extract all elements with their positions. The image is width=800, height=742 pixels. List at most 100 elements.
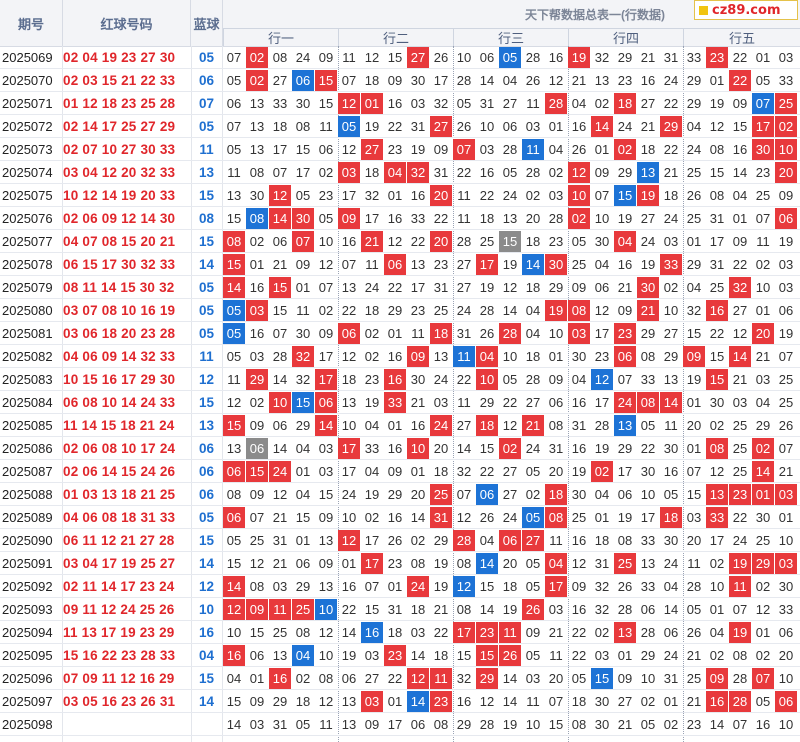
number-cell: 29	[755, 418, 771, 433]
number-cell: 30	[295, 96, 311, 111]
number-cell: 13	[249, 142, 265, 157]
red-balls: 02 11 14 17 23 24	[63, 579, 175, 594]
number-cell: 19	[617, 211, 633, 226]
number-cell: 02	[755, 257, 771, 272]
number-cell-hit-red: 17	[752, 116, 774, 137]
number-cell: 33	[364, 441, 380, 456]
number-cell-hit-red: 16	[706, 300, 728, 321]
number-cell: 24	[456, 303, 472, 318]
red-balls: 02 14 17 25 27 29	[63, 119, 176, 134]
number-cell-hit-red: 17	[338, 438, 360, 459]
number-cell: 13	[433, 349, 449, 364]
number-cell: 19	[502, 602, 518, 617]
number-cell: 15	[226, 556, 242, 571]
number-cell: 28	[502, 142, 518, 157]
number-cell: 02	[594, 96, 610, 111]
number-cell-hit-blue: 14	[476, 553, 498, 574]
number-cell: 19	[341, 648, 357, 663]
number-cell: 23	[617, 73, 633, 88]
red-balls: 02 06 14 15 24 26	[63, 464, 176, 479]
number-cell-hit-red: 23	[476, 622, 498, 643]
number-cell: 18	[479, 211, 495, 226]
number-cell-hit-red: 14	[729, 346, 751, 367]
number-cell: 29	[456, 717, 472, 732]
number-cell-hit-red: 23	[384, 645, 406, 666]
blue-ball: 11	[199, 349, 214, 364]
table-row: 2025071 01 12 18 23 25 28 07 06 13 33 30 15 12 01…	[0, 92, 800, 115]
number-cell: 09	[778, 188, 794, 203]
number-cell: 10	[226, 625, 242, 640]
number-cell: 15	[548, 717, 564, 732]
number-cell-repeat: 06	[246, 438, 268, 459]
number-cell: 15	[226, 211, 242, 226]
number-cell: 22	[433, 211, 449, 226]
number-cell: 01	[341, 556, 357, 571]
number-cell: 10	[456, 50, 472, 65]
number-cell-hit-red: 20	[775, 162, 797, 183]
number-cell: 27	[640, 211, 656, 226]
number-cell: 26	[479, 326, 495, 341]
period-number: 2025072	[2, 119, 53, 134]
blue-ball: 15	[198, 395, 215, 410]
number-cell: 08	[456, 556, 472, 571]
number-cell: 11	[319, 119, 333, 134]
number-cell-hit-red: 03	[246, 300, 268, 321]
number-cell: 29	[617, 50, 633, 65]
number-cell: 17	[318, 349, 334, 364]
number-cell-hit-red: 30	[545, 254, 567, 275]
number-cell: 12	[479, 694, 495, 709]
number-cell: 29	[686, 73, 702, 88]
number-cell: 04	[594, 487, 610, 502]
number-cell: 16	[732, 142, 748, 157]
number-cell: 04	[364, 464, 380, 479]
number-cell: 01	[249, 257, 265, 272]
number-cell: 24	[663, 648, 679, 663]
number-cell: 21	[663, 165, 679, 180]
number-cell-hit-red: 23	[430, 691, 452, 712]
number-cell-hit-red: 09	[407, 346, 429, 367]
number-cell-hit-blue: 05	[223, 300, 245, 321]
number-cell: 21	[755, 349, 771, 364]
number-cell: 30	[594, 694, 610, 709]
number-cell: 16	[387, 211, 403, 226]
number-cell: 10	[663, 303, 679, 318]
number-cell-hit-red: 06	[223, 507, 245, 528]
blue-ball: 05	[198, 280, 215, 295]
number-cell-hit-red: 24	[430, 415, 452, 436]
number-cell: 19	[364, 395, 380, 410]
number-cell: 06	[410, 717, 426, 732]
number-cell: 17	[272, 142, 288, 157]
number-cell-hit-red: 13	[614, 622, 636, 643]
number-cell: 09	[318, 50, 334, 65]
number-cell: 14	[341, 625, 357, 640]
number-cell: 13	[318, 579, 334, 594]
number-cell: 06	[226, 96, 242, 111]
table-row: 2025087 02 06 14 15 24 26 06 06 15 24 01 03 17 04…	[0, 460, 800, 483]
table-row: 2025083 10 15 16 17 29 30 12 11 29 14 32 17 18 23…	[0, 368, 800, 391]
number-cell: 09	[433, 142, 449, 157]
number-cell: 23	[318, 188, 334, 203]
number-cell: 08	[456, 602, 472, 617]
period-number: 2025090	[2, 533, 53, 548]
number-cell: 17	[709, 234, 725, 249]
number-cell: 33	[272, 96, 288, 111]
number-cell: 07	[548, 694, 564, 709]
blue-ball: 10	[198, 602, 215, 617]
number-cell: 01	[387, 188, 403, 203]
number-cell: 24	[502, 510, 518, 525]
number-cell: 22	[387, 119, 403, 134]
number-cell-hit-red: 21	[637, 300, 659, 321]
number-cell-hit-blue: 13	[614, 415, 636, 436]
number-cell: 02	[318, 165, 334, 180]
number-cell-hit-red: 12	[338, 93, 360, 114]
number-cell: 18	[525, 349, 541, 364]
number-cell: 05	[686, 602, 702, 617]
number-cell: 03	[249, 349, 265, 364]
table-row: 2025074 03 04 12 20 32 33 13 11 08 07 17 02 03 18…	[0, 161, 800, 184]
number-cell-hit-red: 10	[775, 139, 797, 160]
period-number: 2025085	[2, 418, 53, 433]
period-number: 2025070	[2, 73, 53, 88]
number-cell-hit-blue: 05	[338, 116, 360, 137]
number-cell-hit-red: 17	[476, 254, 498, 275]
number-cell: 26	[571, 142, 587, 157]
